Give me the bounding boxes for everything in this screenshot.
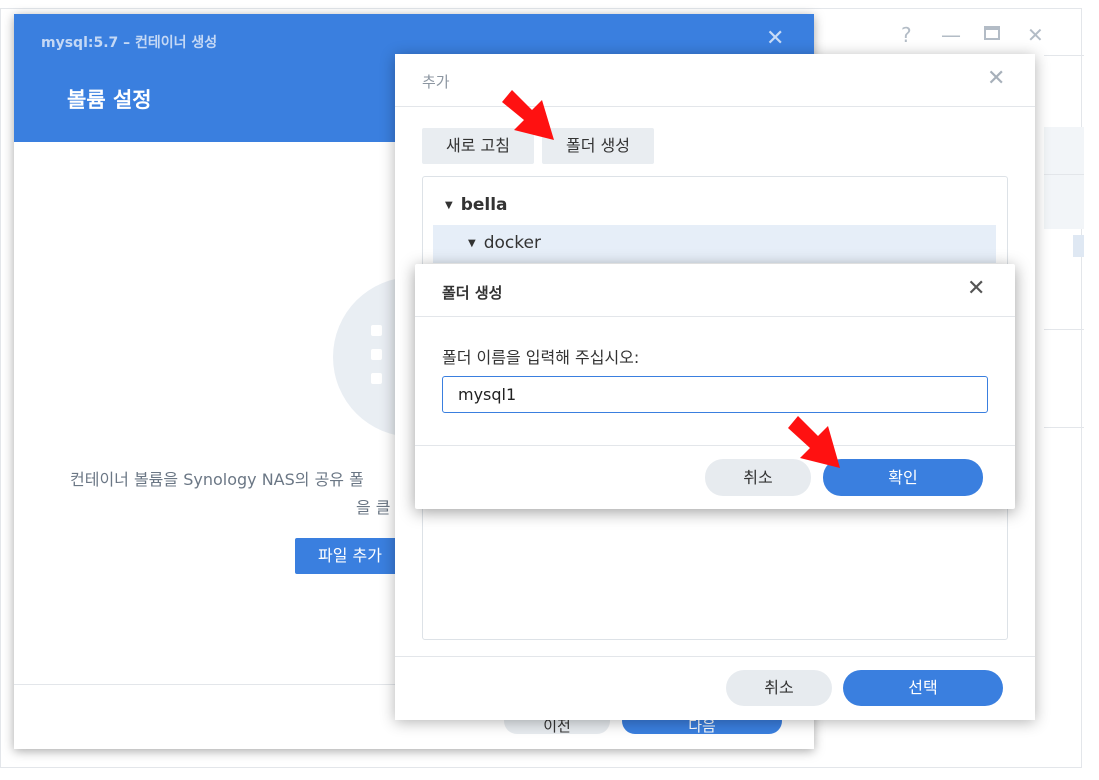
close-icon[interactable]: ✕ xyxy=(987,66,1005,91)
tree-item-label: bella xyxy=(460,195,508,215)
select-button[interactable]: 선택 xyxy=(843,670,1003,706)
divider xyxy=(415,316,1015,317)
divider xyxy=(415,445,1015,446)
caret-down-icon[interactable]: ▼ xyxy=(445,200,453,211)
red-arrow-icon xyxy=(502,90,554,140)
add-file-button[interactable]: 파일 추가 xyxy=(295,538,405,574)
folder-name-label: 폴더 이름을 입력해 주십시오: xyxy=(442,348,640,367)
caret-down-icon[interactable]: ▼ xyxy=(468,238,476,249)
divider xyxy=(395,656,1035,657)
close-icon[interactable]: ✕ xyxy=(967,276,985,301)
create-folder-dialog: 폴더 생성 ✕ 폴더 이름을 입력해 주십시오: 취소 확인 xyxy=(415,264,1015,509)
list-row-selected xyxy=(1073,235,1084,257)
list-row xyxy=(1044,127,1084,229)
folder-name-input[interactable] xyxy=(442,376,988,413)
wizard-description: 컨테이너 볼륨을 Synology NAS의 공유 폴 xyxy=(70,470,364,489)
tree-item-bella[interactable]: ▼ bella xyxy=(445,195,508,215)
page-title: 볼륨 설정 xyxy=(67,88,152,112)
dialog-title: 폴더 생성 xyxy=(442,284,503,302)
close-icon[interactable]: ✕ xyxy=(1027,23,1044,47)
minimize-icon[interactable]: — xyxy=(941,23,961,47)
wizard-description-cont: 을 클 xyxy=(356,498,391,517)
help-icon[interactable]: ? xyxy=(901,23,912,47)
divider xyxy=(1044,427,1084,428)
maximize-icon[interactable] xyxy=(984,25,1000,44)
divider xyxy=(395,106,1035,107)
cancel-button[interactable]: 취소 xyxy=(726,670,832,706)
close-icon[interactable]: ✕ xyxy=(766,26,784,51)
divider xyxy=(1044,55,1084,56)
tree-item-docker[interactable]: ▼ docker xyxy=(433,225,996,263)
divider xyxy=(1044,329,1084,330)
divider xyxy=(1044,174,1084,175)
dialog-title: 추가 xyxy=(422,73,450,91)
tree-item-label: docker xyxy=(483,233,541,253)
red-arrow-icon xyxy=(788,416,840,468)
wizard-title: mysql:5.7 – 컨테이너 생성 xyxy=(41,35,218,51)
